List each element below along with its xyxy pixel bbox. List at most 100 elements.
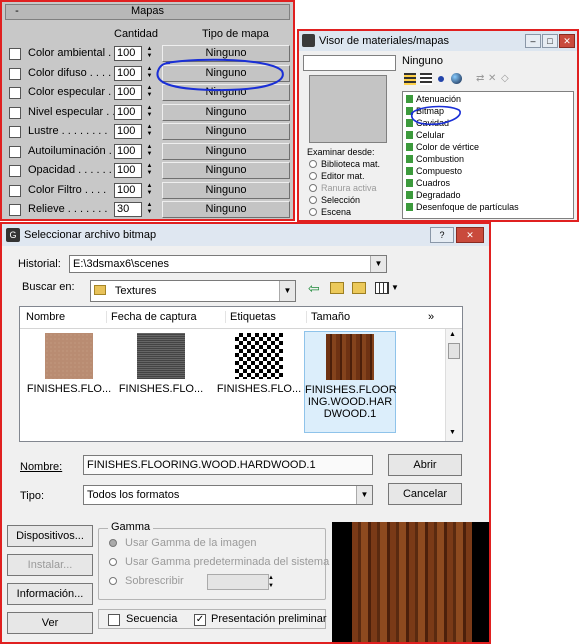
column-header[interactable]: Tamaño bbox=[306, 311, 350, 323]
close-icon[interactable]: ✕ bbox=[456, 227, 484, 243]
map-enable-checkbox[interactable] bbox=[9, 106, 21, 119]
spin-down-icon[interactable]: ▼ bbox=[145, 190, 154, 197]
amount-input[interactable]: 100 bbox=[114, 85, 142, 100]
map-type-item[interactable]: Cuadros bbox=[406, 178, 450, 190]
spin-up-icon[interactable]: ▲ bbox=[145, 202, 154, 209]
map-enable-checkbox[interactable] bbox=[9, 184, 21, 197]
spin-up-icon[interactable]: ▲ bbox=[145, 105, 154, 112]
amount-spinner[interactable]: ▲ ▼ bbox=[145, 144, 154, 159]
spin-down-icon[interactable]: ▼ bbox=[145, 209, 154, 216]
file-item[interactable]: FINISHES.FLOOR ING.WOOD.HAR DWOOD.1 bbox=[304, 331, 397, 433]
spin-down-icon[interactable]: ▼ bbox=[145, 170, 154, 177]
help-icon[interactable]: ? bbox=[430, 227, 454, 243]
file-item[interactable]: FINISHES.FLO... bbox=[216, 331, 302, 399]
instalar-button[interactable]: Instalar... bbox=[7, 554, 93, 576]
map-type-item[interactable]: Desenfoque de partículas bbox=[406, 202, 519, 214]
clear-icon[interactable]: ◇ bbox=[501, 73, 509, 84]
amount-input[interactable]: 100 bbox=[114, 104, 142, 120]
vertical-scrollbar[interactable]: ▲ ▼ bbox=[445, 329, 462, 441]
ver-button[interactable]: Ver bbox=[7, 612, 93, 634]
buscar-combo[interactable]: Textures ▼ bbox=[90, 280, 296, 302]
spin-down-icon[interactable]: ▼ bbox=[145, 131, 154, 138]
spin-up-icon[interactable]: ▲ bbox=[145, 163, 154, 170]
chevron-down-icon[interactable]: ▼ bbox=[279, 281, 295, 301]
amount-input[interactable]: 100 bbox=[114, 46, 142, 61]
spin-up-icon[interactable]: ▲ bbox=[145, 144, 154, 151]
column-header[interactable]: Etiquetas bbox=[225, 311, 276, 323]
small-icons-view-icon[interactable] bbox=[438, 76, 444, 82]
map-type-item[interactable]: Degradado bbox=[406, 190, 461, 202]
historial-combo[interactable]: E:\3dsmax6\scenes ▼ bbox=[69, 255, 387, 273]
secuencia-checkbox[interactable] bbox=[108, 614, 120, 626]
amount-spinner[interactable]: ▲ ▼ bbox=[145, 202, 154, 217]
map-enable-checkbox[interactable] bbox=[9, 67, 21, 80]
map-type-button[interactable]: Ninguno bbox=[162, 103, 290, 121]
file-item[interactable]: FINISHES.FLO... bbox=[26, 331, 112, 399]
column-header[interactable]: Fecha de captura bbox=[106, 311, 197, 323]
abrir-button[interactable]: Abrir bbox=[388, 454, 462, 476]
gamma-radio[interactable] bbox=[109, 558, 117, 566]
informacion-button[interactable]: Información... bbox=[7, 583, 93, 605]
map-enable-checkbox[interactable] bbox=[9, 204, 21, 216]
list-icons-view-icon[interactable] bbox=[420, 73, 432, 85]
update-scene-icon[interactable]: ⇄ bbox=[476, 73, 484, 84]
scrollbar-thumb[interactable] bbox=[448, 343, 460, 359]
minimize-icon[interactable]: – bbox=[525, 34, 541, 48]
amount-spinner[interactable]: ▲ ▼ bbox=[145, 163, 154, 178]
amount-input[interactable]: 100 bbox=[114, 143, 142, 159]
column-header[interactable]: » bbox=[428, 311, 434, 323]
map-type-button[interactable]: Ninguno bbox=[162, 201, 290, 218]
spin-down-icon[interactable]: ▼ bbox=[145, 112, 154, 119]
tipo-combo[interactable]: Todos los formatos ▼ bbox=[83, 485, 373, 505]
amount-input[interactable]: 100 bbox=[114, 163, 142, 178]
browse-radio[interactable] bbox=[309, 196, 317, 204]
map-type-button[interactable]: Ninguno bbox=[162, 162, 290, 179]
map-type-button[interactable]: Ninguno bbox=[162, 142, 290, 160]
map-type-item[interactable]: Color de vértice bbox=[406, 142, 479, 154]
map-enable-checkbox[interactable] bbox=[9, 126, 21, 138]
amount-spinner[interactable]: ▲ ▼ bbox=[145, 105, 154, 120]
cancelar-button[interactable]: Cancelar bbox=[388, 483, 462, 505]
amount-input[interactable]: 100 bbox=[114, 65, 142, 81]
amount-spinner[interactable]: ▲ ▼ bbox=[145, 124, 154, 139]
map-type-item[interactable]: Combustion bbox=[406, 154, 464, 166]
map-type-item[interactable]: Compuesto bbox=[406, 166, 462, 178]
map-enable-checkbox[interactable] bbox=[9, 165, 21, 177]
column-header[interactable]: Nombre bbox=[26, 311, 65, 323]
chevron-down-icon[interactable]: ▼ bbox=[370, 256, 386, 272]
visor-search-input[interactable] bbox=[303, 55, 396, 71]
amount-spinner[interactable]: ▲ ▼ bbox=[145, 183, 154, 198]
sobrescribir-spinner[interactable]: ▲ ▼ bbox=[268, 574, 276, 590]
maximize-icon[interactable]: □ bbox=[542, 34, 558, 48]
spin-up-icon[interactable]: ▲ bbox=[145, 46, 154, 53]
spin-up-icon[interactable]: ▲ bbox=[145, 183, 154, 190]
nombre-input[interactable]: FINISHES.FLOORING.WOOD.HARDWOOD.1 bbox=[83, 455, 373, 475]
map-enable-checkbox[interactable] bbox=[9, 145, 21, 158]
view-menu-icon[interactable] bbox=[375, 282, 389, 294]
delete-icon[interactable]: ✕ bbox=[488, 73, 496, 84]
browse-radio[interactable] bbox=[309, 208, 317, 216]
new-folder-icon[interactable] bbox=[352, 282, 366, 294]
close-icon[interactable]: ✕ bbox=[559, 34, 575, 48]
dispositivos-button[interactable]: Dispositivos... bbox=[7, 525, 93, 547]
map-type-list[interactable]: Atenuación Bitmap Cavidad Celular Color de v… bbox=[402, 91, 574, 219]
spin-down-icon[interactable]: ▼ bbox=[145, 151, 154, 158]
amount-input[interactable]: 30 bbox=[114, 202, 142, 217]
chevron-down-icon[interactable]: ▼ bbox=[356, 486, 372, 504]
folder-up-icon[interactable] bbox=[330, 282, 344, 294]
map-type-button[interactable]: Ninguno bbox=[162, 181, 290, 199]
map-type-item[interactable]: Celular bbox=[406, 130, 445, 142]
list-view-icon[interactable] bbox=[404, 73, 416, 85]
amount-input[interactable]: 100 bbox=[114, 124, 142, 139]
spin-up-icon[interactable]: ▲ bbox=[145, 124, 154, 131]
mapas-rollout-header[interactable]: - Mapas bbox=[5, 4, 290, 20]
map-enable-checkbox[interactable] bbox=[9, 48, 21, 60]
amount-input[interactable]: 100 bbox=[114, 182, 142, 198]
back-arrow-icon[interactable]: ⇦ bbox=[308, 281, 320, 295]
scroll-up-icon[interactable]: ▲ bbox=[449, 331, 456, 338]
scroll-down-icon[interactable]: ▼ bbox=[449, 429, 456, 436]
sobrescribir-input[interactable] bbox=[207, 574, 269, 590]
browse-radio[interactable] bbox=[309, 172, 317, 180]
chevron-down-icon[interactable]: ▼ bbox=[391, 283, 399, 292]
map-type-button[interactable]: Ninguno bbox=[162, 123, 290, 140]
